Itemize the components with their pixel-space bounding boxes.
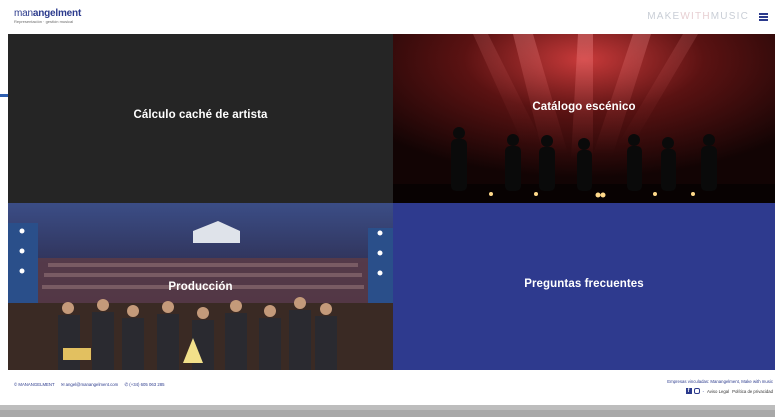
- left-edge: [0, 0, 8, 417]
- logo-tagline: Representación · gestión musical: [14, 19, 74, 24]
- footer-contact: © MANANGELMENT ✉ angel@manangelment.com …: [14, 382, 170, 388]
- footer-separator: -: [702, 388, 705, 394]
- brand-part-1: MAKE: [647, 11, 681, 22]
- make-with-music-brand[interactable]: MAKEWITHMUSIC: [647, 12, 749, 22]
- brand-part-2: WITH: [680, 11, 711, 22]
- logo-wordmark: manangelment: [14, 9, 81, 19]
- tile-title-artist-fee: Cálculo caché de artista: [133, 108, 268, 121]
- facebook-icon[interactable]: f: [685, 388, 692, 394]
- tile-production[interactable]: Producción: [8, 203, 393, 370]
- tile-title-production: Producción: [168, 280, 233, 293]
- bottom-gray-shade: [0, 410, 775, 417]
- footer-right-block: Empresas vinculadas: Manangelment, Make …: [667, 379, 773, 394]
- logo-part-2: angelment: [32, 8, 82, 19]
- footer-links-row: f - Aviso Legal Política de privacidad: [667, 388, 773, 394]
- tile-title-stage-catalog: Catálogo escénico: [532, 100, 636, 113]
- tile-title-faq: Preguntas frecuentes: [524, 277, 644, 290]
- tile-stage-catalog[interactable]: Catálogo escénico: [393, 34, 775, 203]
- tile-faq[interactable]: Preguntas frecuentes: [393, 203, 775, 370]
- site-footer: © MANANGELMENT ✉ angel@manangelment.com …: [8, 370, 775, 405]
- footer-related-companies: Empresas vinculadas: Manangelment, Make …: [667, 379, 773, 384]
- footer-email-link[interactable]: ✉ angel@manangelment.com: [61, 382, 118, 387]
- legal-notice-link[interactable]: Aviso Legal: [707, 389, 729, 394]
- footer-copyright: © MANANGELMENT: [14, 382, 55, 387]
- manangelment-logo[interactable]: manangelment Representación · gestión mu…: [14, 9, 81, 24]
- logo-part-1: man: [14, 8, 33, 19]
- brand-part-3: MUSIC: [710, 11, 749, 22]
- stage-performance-photo: [393, 34, 775, 203]
- hamburger-icon[interactable]: [759, 13, 768, 21]
- site-header: manangelment Representación · gestión mu…: [8, 0, 775, 34]
- privacy-policy-link[interactable]: Política de privacidad: [732, 389, 773, 394]
- tile-artist-fee-calculator[interactable]: Cálculo caché de artista: [8, 34, 393, 203]
- footer-phone-link[interactable]: ✆ (+34) 605 063 285: [124, 382, 164, 387]
- instagram-icon[interactable]: [693, 388, 700, 394]
